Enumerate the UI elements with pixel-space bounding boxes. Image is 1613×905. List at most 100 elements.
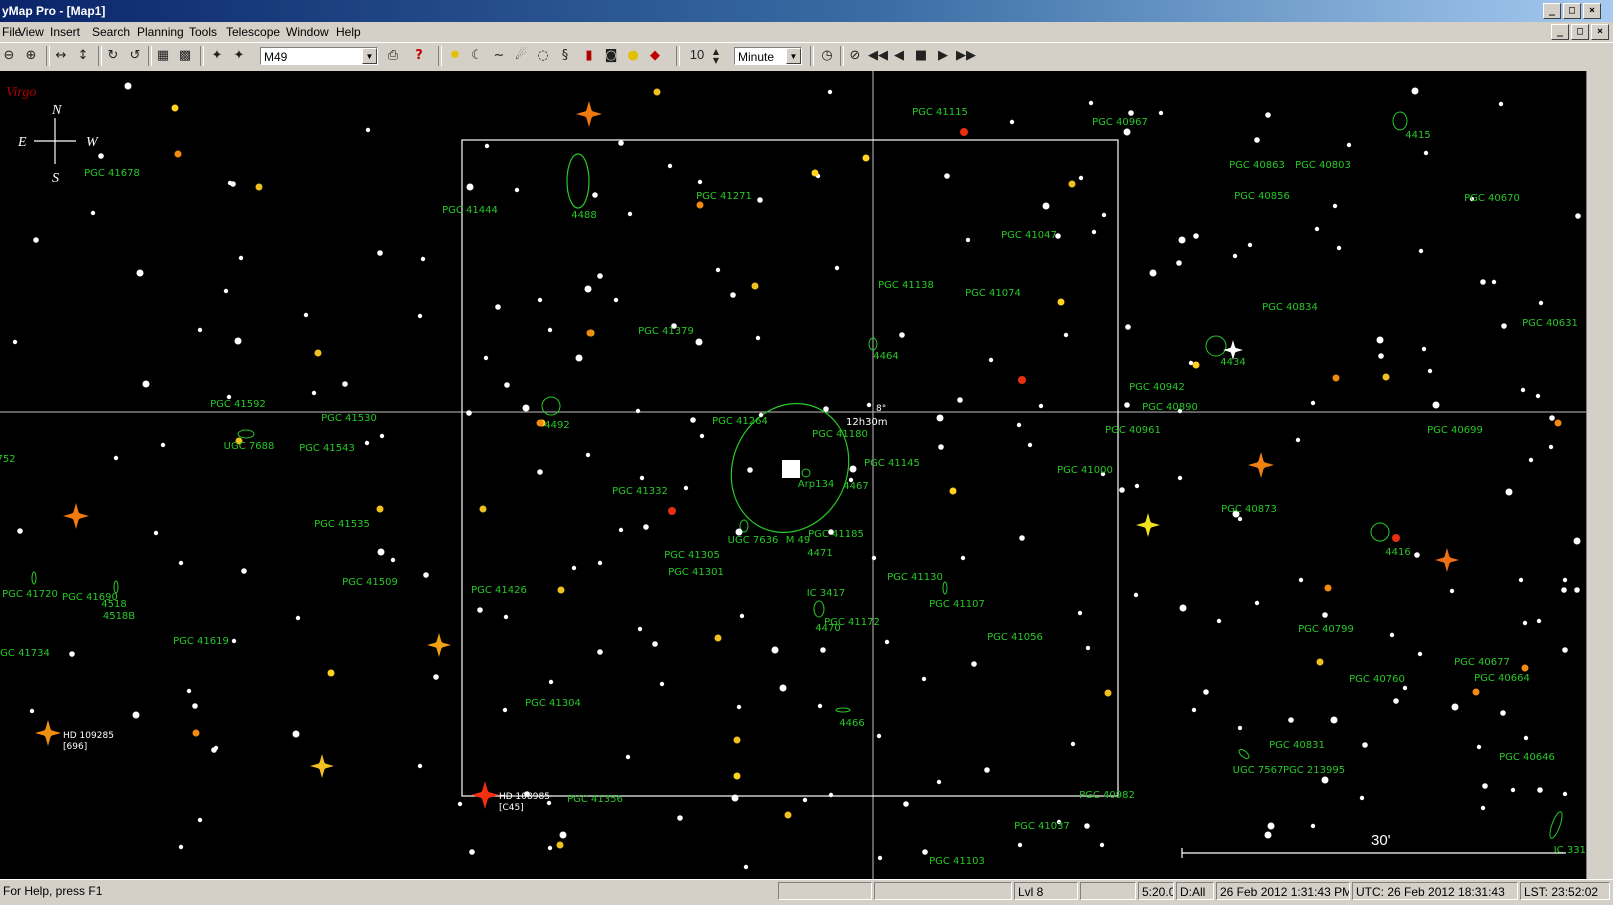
star[interactable] — [1216, 618, 1222, 624]
star[interactable] — [1417, 651, 1423, 657]
star[interactable] — [1523, 735, 1529, 741]
star[interactable] — [1128, 110, 1134, 116]
star[interactable] — [1520, 387, 1526, 393]
star[interactable] — [1191, 707, 1197, 713]
object-label[interactable]: PGC 41305 — [664, 550, 720, 561]
object-label[interactable]: PGC 41145 — [864, 458, 920, 469]
star[interactable] — [643, 524, 649, 530]
star[interactable] — [1521, 664, 1529, 672]
star[interactable] — [1177, 475, 1183, 481]
menu-telescope[interactable]: Telescope — [226, 25, 280, 39]
star[interactable] — [311, 390, 317, 396]
star[interactable] — [586, 329, 594, 337]
object-label[interactable]: PGC 213995 — [1283, 765, 1345, 776]
star-label[interactable]: [696] — [63, 742, 87, 752]
menu-help[interactable]: Help — [336, 25, 361, 39]
object-label[interactable]: PGC 41264 — [712, 416, 768, 427]
minimize-button[interactable]: _ — [1543, 3, 1561, 19]
star[interactable] — [466, 410, 472, 416]
star[interactable] — [1510, 787, 1516, 793]
bulb-icon[interactable]: ● — [624, 47, 642, 65]
object-label[interactable]: PGC 41074 — [965, 288, 1021, 299]
star[interactable] — [255, 183, 263, 191]
star[interactable] — [197, 817, 203, 823]
star[interactable] — [376, 505, 384, 513]
star[interactable] — [938, 444, 944, 450]
star[interactable] — [584, 285, 592, 293]
object-label[interactable]: PGC 41138 — [878, 280, 934, 291]
star[interactable] — [1432, 401, 1440, 409]
star[interactable] — [1310, 823, 1316, 829]
menu-planning[interactable]: Planning — [137, 25, 184, 39]
star[interactable] — [571, 565, 577, 571]
star[interactable] — [1019, 535, 1025, 541]
vertical-scrollbar[interactable] — [1586, 71, 1613, 879]
star[interactable] — [1042, 202, 1050, 210]
time-unit-combo[interactable]: Minute ▼ — [734, 47, 802, 65]
star[interactable] — [295, 615, 301, 621]
star[interactable] — [234, 337, 242, 345]
star[interactable] — [731, 794, 739, 802]
star[interactable] — [136, 269, 144, 277]
star[interactable] — [1124, 402, 1130, 408]
object-label[interactable]: PGC 40863 — [1229, 160, 1285, 171]
star[interactable] — [1264, 831, 1272, 839]
star[interactable] — [1449, 588, 1455, 594]
object-label[interactable]: PGC 41619 — [173, 636, 229, 647]
object-label[interactable]: PGC 40982 — [1079, 790, 1135, 801]
star[interactable] — [1085, 645, 1091, 651]
object-label[interactable]: PGC 41720 — [2, 589, 58, 600]
object-label[interactable]: PGC 40664 — [1474, 673, 1530, 684]
sun-icon[interactable]: ✹ — [446, 47, 464, 65]
star[interactable] — [423, 572, 429, 578]
star[interactable] — [1522, 620, 1528, 626]
star[interactable] — [178, 844, 184, 850]
star[interactable] — [365, 127, 371, 133]
star[interactable] — [303, 312, 309, 318]
sky-chart[interactable]: N S E W Virgo 12h30m 8° PGC 41678 PGC 414… — [0, 71, 1586, 879]
step-forward-icon[interactable]: ▶ — [934, 47, 952, 65]
star[interactable] — [949, 487, 957, 495]
star[interactable] — [690, 417, 696, 423]
star[interactable] — [1091, 229, 1097, 235]
star[interactable] — [1193, 233, 1199, 239]
star[interactable] — [557, 586, 565, 594]
star[interactable] — [971, 661, 977, 667]
star[interactable] — [502, 707, 508, 713]
star[interactable] — [1362, 742, 1368, 748]
star[interactable] — [730, 292, 736, 298]
star[interactable] — [132, 711, 140, 719]
object-label[interactable]: PGC 40699 — [1427, 425, 1483, 436]
star[interactable] — [884, 639, 890, 645]
star[interactable] — [597, 273, 603, 279]
star[interactable] — [33, 237, 39, 243]
star[interactable] — [1562, 791, 1568, 797]
star[interactable] — [597, 649, 603, 655]
star[interactable] — [377, 548, 385, 556]
star[interactable] — [921, 676, 927, 682]
star[interactable] — [1421, 346, 1427, 352]
star[interactable] — [1427, 368, 1433, 374]
star[interactable] — [899, 332, 905, 338]
star[interactable] — [1176, 260, 1182, 266]
print-icon[interactable]: ⎙ — [384, 47, 402, 65]
star[interactable] — [747, 467, 753, 473]
object-label[interactable]: PGC 41379 — [638, 326, 694, 337]
zoom-out-icon[interactable]: ⊖ — [0, 47, 18, 65]
star[interactable] — [1104, 689, 1112, 697]
star[interactable] — [1411, 87, 1419, 95]
object-label[interactable]: PGC 41103 — [929, 856, 985, 867]
star[interactable] — [1232, 253, 1238, 259]
satellite-icon[interactable]: § — [556, 47, 574, 65]
object-label[interactable]: M 49 — [786, 535, 811, 546]
star[interactable] — [1562, 577, 1568, 583]
star[interactable] — [936, 779, 942, 785]
star[interactable] — [1267, 822, 1275, 830]
asteroid-icon[interactable]: ◌ — [534, 47, 552, 65]
object-label[interactable]: PGC 40961 — [1105, 425, 1161, 436]
star[interactable] — [1548, 444, 1554, 450]
star[interactable] — [142, 380, 150, 388]
star[interactable] — [739, 613, 745, 619]
star[interactable] — [113, 455, 119, 461]
star[interactable] — [1376, 336, 1384, 344]
